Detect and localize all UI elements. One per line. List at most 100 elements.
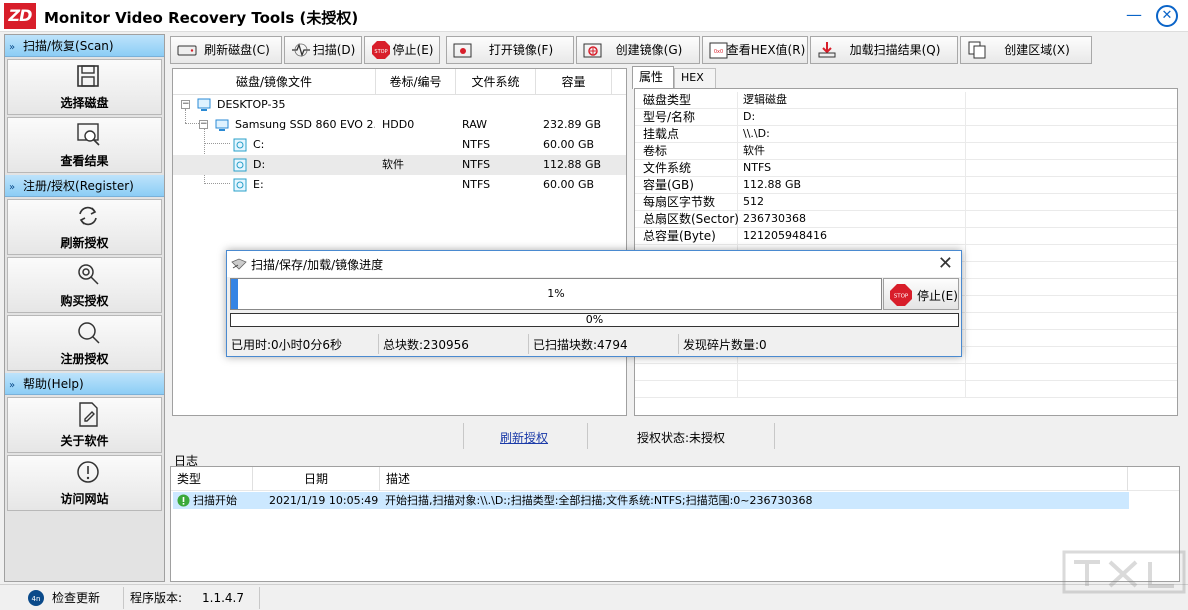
property-row: 总扇区数(Sector) 236730368	[635, 211, 1177, 228]
about-software-button[interactable]: 关于软件	[7, 397, 162, 453]
chevron-double-down-icon: »	[9, 42, 16, 53]
section-header-scan[interactable]: » 扫描/恢复(Scan)	[5, 35, 164, 57]
sub-progress-bar: 0%	[230, 313, 959, 327]
divider	[463, 423, 464, 449]
scan-button[interactable]: 扫描(D)	[284, 36, 362, 64]
info-green-icon	[177, 494, 190, 507]
column-header-fs[interactable]: 文件系统	[456, 69, 536, 95]
property-row	[635, 364, 1177, 381]
dialog-close-button[interactable]: ✕	[938, 253, 953, 274]
log-panel: 类型 日期 描述 扫描开始 2021/1/19 10:05:49 开始扫描,扫描…	[170, 466, 1180, 582]
stop-sign-icon: STOP	[890, 284, 912, 306]
disk-table-header: 磁盘/镜像文件 卷标/编号 文件系统 容量	[173, 69, 626, 95]
dialog-title: 扫描/保存/加载/镜像进度	[251, 258, 384, 272]
key-search-icon	[78, 264, 99, 285]
update-icon: 4n	[28, 590, 44, 606]
refresh-license-link[interactable]: 刷新授权	[500, 429, 548, 446]
close-window-button[interactable]: ✕	[1156, 5, 1178, 27]
column-header-label[interactable]: 卷标/编号	[376, 69, 456, 95]
divider	[378, 334, 379, 354]
view-hex-button[interactable]: 0x0 查看HEX值(R)	[702, 36, 808, 64]
divider	[774, 423, 775, 449]
refresh-disk-button[interactable]: 刷新磁盘(C)	[170, 36, 282, 64]
computer-icon	[197, 98, 211, 111]
log-row[interactable]: 扫描开始 2021/1/19 10:05:49 开始扫描,扫描对象:\\.\D:…	[173, 492, 1129, 509]
sidebar: » 扫描/恢复(Scan) 选择磁盘 查看结果 » 注册/授权(Register) …	[4, 34, 165, 582]
column-header-size[interactable]: 容量	[536, 69, 612, 95]
divider	[528, 334, 529, 354]
view-results-icon	[77, 123, 100, 146]
dialog-stats: 已用时:0小时0分6秒 总块数:230956 已扫描块数:4794 发现碎片数量…	[227, 332, 961, 356]
disk-row[interactable]: C: NTFS 60.00 GB	[173, 135, 626, 155]
main-progress-text: 1%	[547, 287, 565, 300]
floppy-disk-icon	[77, 65, 99, 87]
log-table-header: 类型 日期 描述	[171, 467, 1179, 491]
disk-row-selected[interactable]: D: 软件 NTFS 112.88 GB	[173, 155, 626, 175]
license-status-strip: 刷新授权 授权状态:未授权	[170, 421, 1188, 451]
section-header-register[interactable]: » 注册/授权(Register)	[5, 175, 164, 197]
dialog-stop-button[interactable]: STOP 停止(E)	[883, 278, 959, 310]
disk-drive-icon	[215, 119, 229, 131]
property-row: 磁盘类型 逻辑磁盘	[635, 92, 1177, 109]
log-column-date[interactable]: 日期	[253, 467, 380, 491]
property-row: 容量(GB) 112.88 GB	[635, 177, 1177, 194]
tab-properties[interactable]: 属性	[632, 66, 674, 89]
create-region-button[interactable]: 创建区域(X)	[960, 36, 1092, 64]
sub-progress-text: 0%	[585, 313, 604, 326]
svg-text:STOP: STOP	[894, 294, 909, 300]
collapse-icon[interactable]: −	[199, 120, 208, 129]
property-row: 文件系统 NTFS	[635, 160, 1177, 177]
document-edit-icon	[79, 402, 98, 427]
column-header-disk[interactable]: 磁盘/镜像文件	[173, 69, 376, 95]
collapse-icon[interactable]: −	[181, 100, 190, 109]
fragments-found: 发现碎片数量:0	[683, 338, 767, 352]
buy-license-button[interactable]: 购买授权	[7, 257, 162, 313]
partition-icon	[233, 178, 247, 192]
magnifier-icon	[78, 322, 100, 344]
scanned-blocks: 已扫描块数:4794	[533, 338, 628, 352]
log-column-desc[interactable]: 描述	[380, 467, 1128, 491]
disk-row[interactable]: − Samsung SSD 860 EVO 2... HDD0 RAW 232.…	[173, 115, 626, 135]
info-icon	[77, 461, 99, 483]
stop-button[interactable]: STOP 停止(E)	[364, 36, 440, 64]
refresh-license-button[interactable]: 刷新授权	[7, 199, 162, 255]
property-row: 总容量(Byte) 121205948416	[635, 228, 1177, 245]
disk-row[interactable]: − DESKTOP-35	[173, 95, 626, 115]
total-blocks: 总块数:230956	[383, 338, 469, 352]
divider	[678, 334, 679, 354]
view-results-button[interactable]: 查看结果	[7, 117, 162, 173]
svg-text:4n: 4n	[32, 595, 41, 603]
property-row: 型号/名称 D:	[635, 109, 1177, 126]
minimize-button[interactable]: —	[1124, 6, 1144, 26]
window-title: Monitor Video Recovery Tools (未授权)	[44, 9, 359, 27]
elapsed-time: 已用时:0小时0分6秒	[231, 338, 342, 352]
partition-icon	[233, 158, 247, 172]
app-logo: ZD	[4, 3, 36, 29]
progress-dialog: 扫描/保存/加载/镜像进度 ✕ 1% STOP 停止(E) 0% 已用时:0小时…	[226, 250, 962, 357]
partition-icon	[233, 138, 247, 152]
license-status-text: 授权状态:未授权	[637, 431, 726, 445]
dialog-app-icon	[231, 258, 247, 270]
select-disk-button[interactable]: 选择磁盘	[7, 59, 162, 115]
open-image-button[interactable]: 打开镜像(F)	[446, 36, 574, 64]
divider	[587, 423, 588, 449]
property-row	[635, 381, 1177, 398]
main-progress-bar: 1%	[230, 278, 882, 310]
toolbar: 刷新磁盘(C) 扫描(D) STOP 停止(E) 打开镜像(F) 创建镜像(G)…	[170, 36, 1188, 66]
version-info: 程序版本: 1.1.4.7	[124, 587, 260, 609]
check-update-button[interactable]: 4n 检查更新	[0, 587, 124, 609]
refresh-icon	[79, 206, 97, 226]
disk-list-panel: 磁盘/镜像文件 卷标/编号 文件系统 容量 − DESKTOP-35 − Sam…	[172, 68, 627, 416]
register-license-button[interactable]: 注册授权	[7, 315, 162, 371]
visit-website-button[interactable]: 访问网站	[7, 455, 162, 511]
log-column-type[interactable]: 类型	[171, 467, 253, 491]
disk-row[interactable]: E: NTFS 60.00 GB	[173, 175, 626, 195]
property-row: 每扇区字节数 512	[635, 194, 1177, 211]
property-row: 挂载点 \\.\D:	[635, 126, 1177, 143]
dialog-title-bar: 扫描/保存/加载/镜像进度 ✕	[227, 251, 961, 277]
section-header-help[interactable]: » 帮助(Help)	[5, 373, 164, 395]
chevron-double-down-icon: »	[9, 380, 16, 391]
tab-hex[interactable]: HEX值	[674, 68, 716, 102]
create-image-button[interactable]: 创建镜像(G)	[576, 36, 700, 64]
load-results-button[interactable]: 加载扫描结果(Q)	[810, 36, 958, 64]
